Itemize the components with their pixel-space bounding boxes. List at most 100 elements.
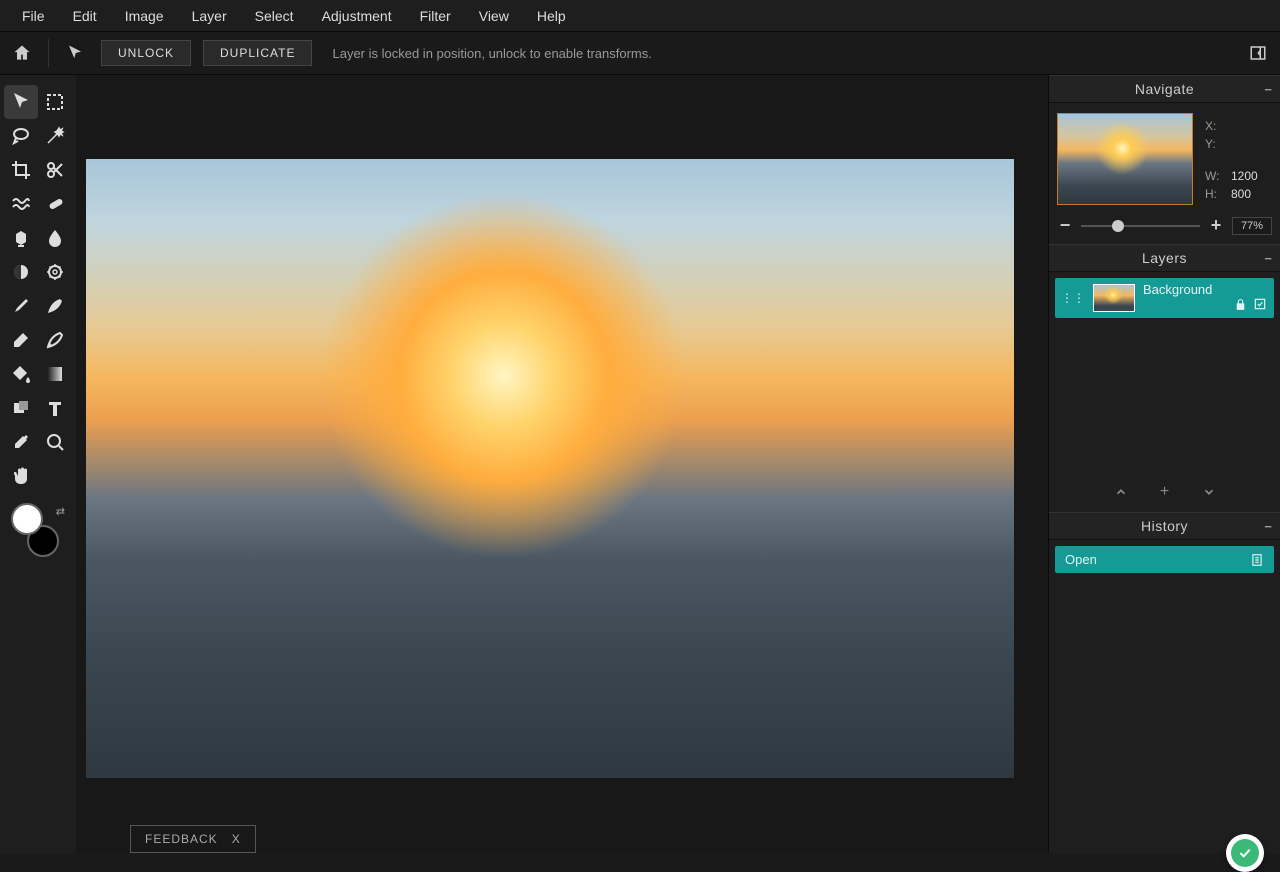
toolbar: ⇄ [0, 75, 76, 853]
home-button[interactable] [8, 39, 36, 67]
zoom-slider[interactable] [1081, 225, 1200, 227]
pen-tool[interactable] [38, 323, 72, 357]
arrange-tool[interactable] [4, 85, 38, 119]
menu-file[interactable]: File [8, 2, 59, 30]
marquee-tool-icon [44, 91, 66, 113]
layer-name[interactable]: Background [1143, 282, 1224, 297]
unlock-button[interactable]: UNLOCK [101, 40, 191, 66]
menu-adjustment[interactable]: Adjustment [308, 2, 406, 30]
coord-h-value: 800 [1231, 187, 1251, 201]
layer-up-button[interactable] [1111, 482, 1131, 502]
lasso-tool[interactable] [4, 119, 38, 153]
feedback-label: FEEDBACK [145, 832, 218, 846]
liquify-tool[interactable] [4, 187, 38, 221]
sponge-tool[interactable] [38, 255, 72, 289]
collapse-icon[interactable]: − [1264, 251, 1272, 266]
replace-color-tool-icon [10, 295, 32, 317]
menu-help[interactable]: Help [523, 2, 580, 30]
picker-tool-icon [10, 431, 32, 453]
foreground-color-swatch[interactable] [11, 503, 43, 535]
right-panels: Navigate − X: Y: W:1200 H:800 − + [1048, 75, 1280, 853]
navigate-title: Navigate [1135, 81, 1194, 97]
menu-select[interactable]: Select [241, 2, 308, 30]
menu-filter[interactable]: Filter [406, 2, 465, 30]
gradient-tool-icon [44, 363, 66, 385]
history-title: History [1141, 518, 1188, 534]
document-icon [1250, 553, 1264, 567]
layer-add-button[interactable]: + [1155, 482, 1175, 502]
navigate-panel: X: Y: W:1200 H:800 − + [1049, 103, 1280, 244]
text-tool[interactable] [38, 391, 72, 425]
navigator-coords: X: Y: W:1200 H:800 [1205, 113, 1258, 201]
navigate-panel-header[interactable]: Navigate − [1049, 75, 1280, 103]
option-hint: Layer is locked in position, unlock to e… [332, 46, 651, 61]
blur-tool[interactable] [38, 221, 72, 255]
pen-tool-icon [44, 329, 66, 351]
zoom-tool[interactable] [38, 425, 72, 459]
canvas-image[interactable] [86, 159, 1014, 778]
layer-item[interactable]: ⋮⋮ Background [1055, 278, 1274, 318]
zoom-out-button[interactable]: − [1057, 215, 1073, 236]
lasso-tool-icon [10, 125, 32, 147]
coord-x-label: X: [1205, 119, 1223, 133]
liquify-tool-icon [10, 193, 32, 215]
panels-icon [1249, 44, 1267, 62]
swap-colors-icon[interactable]: ⇄ [56, 505, 65, 518]
eraser-tool[interactable] [4, 323, 38, 357]
clone-tool[interactable] [4, 221, 38, 255]
navigator-thumbnail[interactable] [1057, 113, 1193, 205]
toggle-panels-button[interactable] [1244, 39, 1272, 67]
eraser-tool-icon [10, 329, 32, 351]
menu-bar: File Edit Image Layer Select Adjustment … [0, 0, 1280, 31]
layer-thumbnail[interactable] [1093, 284, 1135, 312]
shape-tool-icon [10, 397, 32, 419]
menu-image[interactable]: Image [111, 2, 178, 30]
hand-tool[interactable] [4, 459, 38, 493]
draw-tool-icon [44, 295, 66, 317]
crop-tool[interactable] [4, 153, 38, 187]
layer-down-button[interactable] [1199, 482, 1219, 502]
zoom-in-button[interactable]: + [1208, 215, 1224, 236]
menu-edit[interactable]: Edit [59, 2, 111, 30]
marquee-tool[interactable] [38, 85, 72, 119]
coord-w-value: 1200 [1231, 169, 1258, 183]
color-swatches[interactable]: ⇄ [11, 503, 65, 557]
dodge-tool-icon [10, 261, 32, 283]
arrange-tool-icon [10, 91, 32, 113]
duplicate-button[interactable]: DUPLICATE [203, 40, 312, 66]
blur-tool-icon [44, 227, 66, 249]
collapse-icon[interactable]: − [1264, 519, 1272, 534]
layer-drag-handle[interactable]: ⋮⋮ [1061, 296, 1085, 300]
cutout-tool-icon [44, 159, 66, 181]
gradient-tool[interactable] [38, 357, 72, 391]
status-badge[interactable] [1226, 834, 1264, 872]
close-icon[interactable]: X [232, 832, 241, 846]
history-panel-header[interactable]: History − [1049, 512, 1280, 540]
lock-icon[interactable] [1232, 296, 1248, 312]
layers-title: Layers [1142, 250, 1187, 266]
shape-tool[interactable] [4, 391, 38, 425]
zoom-input[interactable] [1232, 217, 1272, 235]
heal-tool[interactable] [38, 187, 72, 221]
zoom-slider-handle[interactable] [1112, 220, 1124, 232]
layers-panel-header[interactable]: Layers − [1049, 244, 1280, 272]
history-item[interactable]: Open [1055, 546, 1274, 573]
visibility-icon[interactable] [1252, 296, 1268, 312]
menu-layer[interactable]: Layer [178, 2, 241, 30]
draw-tool[interactable] [38, 289, 72, 323]
coord-h-label: H: [1205, 187, 1223, 201]
feedback-button[interactable]: FEEDBACK X [130, 825, 256, 853]
fill-tool[interactable] [4, 357, 38, 391]
collapse-icon[interactable]: − [1264, 82, 1272, 97]
fill-tool-icon [10, 363, 32, 385]
arrange-mode-button[interactable] [61, 39, 89, 67]
picker-tool[interactable] [4, 425, 38, 459]
menu-view[interactable]: View [465, 2, 523, 30]
wand-tool[interactable] [38, 119, 72, 153]
replace-color-tool[interactable] [4, 289, 38, 323]
cutout-tool[interactable] [38, 153, 72, 187]
canvas-area[interactable]: FEEDBACK X [76, 75, 1048, 853]
hand-tool-icon [10, 465, 32, 487]
dodge-tool[interactable] [4, 255, 38, 289]
heal-tool-icon [44, 193, 66, 215]
